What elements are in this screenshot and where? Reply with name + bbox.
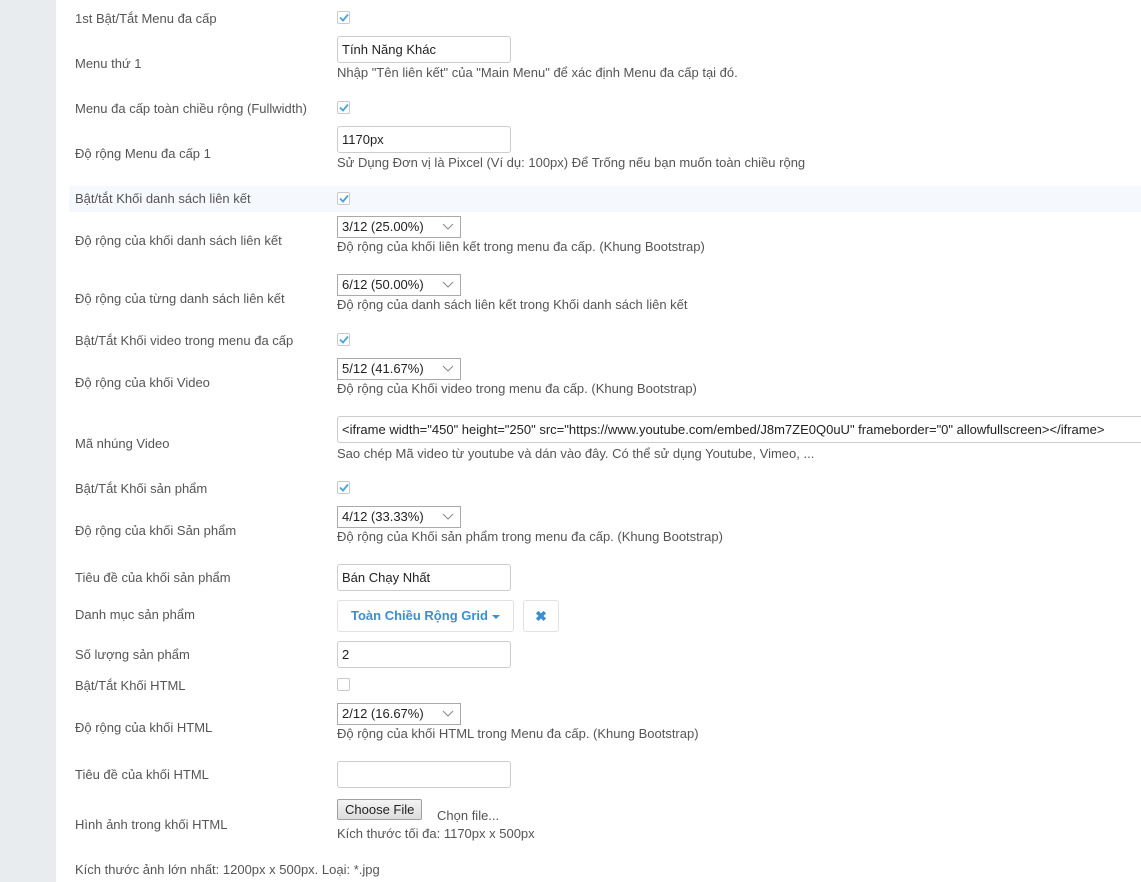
links-toggle-checkbox[interactable] (337, 192, 350, 205)
row-links-toggle: Bật/tắt Khối danh sách liên kết (69, 186, 1141, 212)
select-value: 6/12 (50.00%) (342, 277, 424, 292)
row-product-toggle: Bật/Tắt Khối sản phẩm (69, 478, 1141, 498)
menu-width-input[interactable] (337, 126, 511, 153)
links-block-width-select[interactable]: 3/12 (25.00%) (337, 216, 461, 238)
video-embed-input[interactable]: <iframe width="450" height="250" src="ht… (337, 416, 1141, 443)
product-count-input[interactable] (337, 641, 511, 668)
settings-form: 1st Bật/Tắt Menu đa cấp Menu thứ 1 Nhập … (56, 0, 1141, 882)
video-toggle-checkbox[interactable] (337, 333, 350, 346)
check-icon (339, 194, 349, 203)
check-icon (339, 13, 349, 22)
product-width-help: Độ rộng của Khối sản phẩm trong menu đa … (337, 529, 723, 544)
video-width-help: Độ rộng của Khối video trong menu đa cấp… (337, 381, 697, 396)
fullwidth-checkbox[interactable] (337, 101, 350, 114)
select-value: 5/12 (41.67%) (342, 361, 424, 376)
row-product-count: Số lượng sản phẩm (69, 641, 1141, 669)
row-video-embed: Mã nhúng Video <iframe width="450" heigh… (69, 416, 1141, 464)
product-title-input[interactable] (337, 564, 511, 591)
row-menu-1: Menu thứ 1 Nhập "Tên liên kết" của "Main… (69, 36, 1141, 82)
product-toggle-checkbox[interactable] (337, 481, 350, 494)
label-product-title: Tiêu đề của khối sản phẩm (75, 570, 231, 585)
row-html-toggle: Bật/Tắt Khối HTML (69, 676, 1141, 696)
label-html-toggle: Bật/Tắt Khối HTML (75, 678, 186, 693)
row-html-title: Tiêu đề của khối HTML (69, 761, 1141, 789)
clear-category-button[interactable]: ✖ (523, 600, 559, 632)
chevron-down-icon (442, 281, 454, 288)
label-menu-width: Độ rộng Menu đa cấp 1 (75, 146, 211, 161)
label-html-image: Hình ảnh trong khối HTML (75, 817, 228, 832)
video-embed-help: Sao chép Mã video từ youtube và dán vào … (337, 446, 815, 461)
row-product-category: Danh mục sản phẩm Toàn Chiều Rộng Grid ✖ (69, 600, 1141, 633)
html-image-help: Kích thước tối đa: 1170px x 500px (337, 826, 535, 841)
select-value: 4/12 (33.33%) (342, 509, 424, 524)
label-product-width: Độ rộng của khối Sản phẩm (75, 523, 237, 538)
links-block-width-help: Độ rộng của khối liên kết trong menu đa … (337, 239, 705, 254)
html-toggle-checkbox[interactable] (337, 678, 350, 691)
image-size-note: Kích thước ảnh lớn nhất: 1200px x 500px.… (75, 862, 380, 877)
check-icon (339, 483, 349, 492)
row-video-toggle: Bật/Tắt Khối video trong menu đa cấp (69, 330, 1141, 350)
dropdown-value: Toàn Chiều Rộng Grid (351, 608, 488, 623)
menu-width-help: Sử Dụng Đơn vị là Pixcel (Ví dụ: 100px) … (337, 155, 806, 170)
row-menu-toggle: 1st Bật/Tắt Menu đa cấp (69, 8, 1141, 28)
select-value: 3/12 (25.00%) (342, 219, 424, 234)
choose-file-button[interactable]: Choose File (337, 799, 423, 820)
links-list-width-select[interactable]: 6/12 (50.00%) (337, 274, 461, 296)
menu-1-input[interactable] (337, 36, 511, 63)
label-links-block-width: Độ rộng của khối danh sách liên kết (75, 233, 282, 248)
label-html-title: Tiêu đề của khối HTML (75, 767, 209, 782)
html-width-help: Độ rộng của khối HTML trong Menu đa cấp.… (337, 726, 699, 741)
sidebar (0, 0, 56, 882)
label-product-toggle: Bật/Tắt Khối sản phẩm (75, 481, 208, 496)
label-fullwidth: Menu đa cấp toàn chiều rộng (Fullwidth) (75, 101, 307, 116)
label-links-list-width: Độ rộng của từng danh sách liên kết (75, 291, 285, 306)
links-list-width-help: Độ rộng của danh sách liên kết trong Khố… (337, 297, 688, 312)
close-icon: ✖ (535, 608, 547, 624)
label-product-count: Số lượng sản phẩm (75, 647, 190, 662)
row-links-block-width: Độ rộng của khối danh sách liên kết 3/12… (69, 216, 1141, 258)
label-menu-toggle: 1st Bật/Tắt Menu đa cấp (75, 11, 217, 26)
row-html-width: Độ rộng của khối HTML 2/12 (16.67%) Độ r… (69, 703, 1141, 745)
menu-toggle-checkbox[interactable] (337, 11, 350, 24)
label-video-embed: Mã nhúng Video (75, 436, 170, 451)
row-video-width: Độ rộng của khối Video 5/12 (41.67%) Độ … (69, 358, 1141, 400)
chevron-down-icon (442, 513, 454, 520)
html-width-select[interactable]: 2/12 (16.67%) (337, 703, 461, 725)
row-menu-width: Độ rộng Menu đa cấp 1 Sử Dụng Đơn vị là … (69, 126, 1141, 172)
label-menu-1: Menu thứ 1 (75, 56, 142, 71)
chevron-down-icon (442, 223, 454, 230)
chevron-down-icon (442, 710, 454, 717)
html-title-input[interactable] (337, 761, 511, 788)
product-width-select[interactable]: 4/12 (33.33%) (337, 506, 461, 528)
label-video-width: Độ rộng của khối Video (75, 375, 210, 390)
chevron-down-icon (442, 365, 454, 372)
row-product-title: Tiêu đề của khối sản phẩm (69, 564, 1141, 592)
product-category-dropdown[interactable]: Toàn Chiều Rộng Grid (337, 600, 514, 632)
label-product-category: Danh mục sản phẩm (75, 607, 195, 622)
select-value: 2/12 (16.67%) (342, 706, 424, 721)
file-name-text: Chọn file... (437, 808, 500, 823)
row-product-width: Độ rộng của khối Sản phẩm 4/12 (33.33%) … (69, 506, 1141, 548)
label-html-width: Độ rộng của khối HTML (75, 720, 213, 735)
row-html-image: Hình ảnh trong khối HTML Choose File Chọ… (69, 799, 1141, 843)
label-links-toggle: Bật/tắt Khối danh sách liên kết (75, 191, 251, 206)
row-links-list-width: Độ rộng của từng danh sách liên kết 6/12… (69, 274, 1141, 316)
check-icon (339, 335, 349, 344)
menu-1-help: Nhập "Tên liên kết" của "Main Menu" để x… (337, 65, 738, 80)
caret-down-icon (491, 614, 500, 619)
row-fullwidth: Menu đa cấp toàn chiều rộng (Fullwidth) (69, 98, 1141, 118)
check-icon (339, 103, 349, 112)
label-video-toggle: Bật/Tắt Khối video trong menu đa cấp (75, 333, 294, 348)
video-width-select[interactable]: 5/12 (41.67%) (337, 358, 461, 380)
